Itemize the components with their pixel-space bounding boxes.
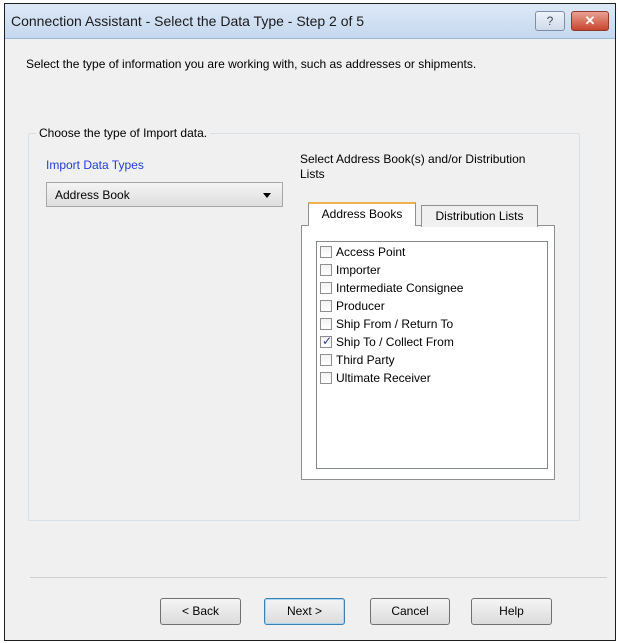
list-item-label: Ship To / Collect From (336, 335, 454, 349)
list-item-ship-from-return-to[interactable]: Ship From / Return To (320, 316, 544, 333)
tab-distribution-lists[interactable]: Distribution Lists (421, 205, 538, 227)
button-separator (30, 577, 607, 578)
back-button[interactable]: < Back (160, 598, 241, 625)
next-button[interactable]: Next > (264, 598, 345, 625)
checkbox[interactable] (320, 282, 332, 294)
cancel-button[interactable]: Cancel (370, 598, 450, 625)
list-item-label: Access Point (336, 245, 406, 259)
chevron-down-icon (263, 193, 271, 198)
list-item-ultimate-receiver[interactable]: Ultimate Receiver (320, 370, 544, 387)
help-button[interactable]: Help (471, 598, 552, 625)
list-item-producer[interactable]: Producer (320, 298, 544, 315)
import-data-types-label: Import Data Types (46, 158, 144, 172)
close-icon[interactable]: ✕ (571, 11, 609, 31)
title-bar: Connection Assistant - Select the Data T… (5, 4, 615, 39)
select-address-book-label: Select Address Book(s) and/or Distributi… (300, 152, 526, 181)
checkbox[interactable] (320, 354, 332, 366)
list-item-ship-to-collect-from[interactable]: Ship To / Collect From (320, 334, 544, 351)
list-item-third-party[interactable]: Third Party (320, 352, 544, 369)
list-item-label: Ship From / Return To (336, 317, 454, 331)
checkbox-checked[interactable] (320, 334, 332, 348)
list-item-label: Intermediate Consignee (336, 281, 464, 295)
checkbox[interactable] (320, 264, 332, 276)
list-item-label: Third Party (336, 353, 395, 367)
checkbox[interactable] (320, 300, 332, 312)
tab-address-books[interactable]: Address Books (308, 202, 416, 226)
address-books-list: Access Point Importer Intermediate Consi… (316, 241, 548, 469)
list-item-label: Importer (336, 263, 381, 277)
checkbox[interactable] (320, 372, 332, 384)
checkbox[interactable] (320, 246, 332, 258)
list-item-importer[interactable]: Importer (320, 262, 544, 279)
list-item-label: Ultimate Receiver (336, 371, 431, 385)
list-item-intermediate-consignee[interactable]: Intermediate Consignee (320, 280, 544, 297)
checkbox[interactable] (320, 318, 332, 330)
dropdown-selected-value: Address Book (55, 188, 130, 202)
list-item-access-point[interactable]: Access Point (320, 244, 544, 261)
question-icon[interactable]: ? (535, 11, 565, 31)
groupbox-legend: Choose the type of Import data. (36, 126, 211, 140)
window-title: Connection Assistant - Select the Data T… (11, 13, 365, 29)
import-data-types-dropdown[interactable]: Address Book (46, 182, 283, 207)
intro-text: Select the type of information you are w… (26, 57, 477, 71)
list-item-label: Producer (336, 299, 385, 313)
